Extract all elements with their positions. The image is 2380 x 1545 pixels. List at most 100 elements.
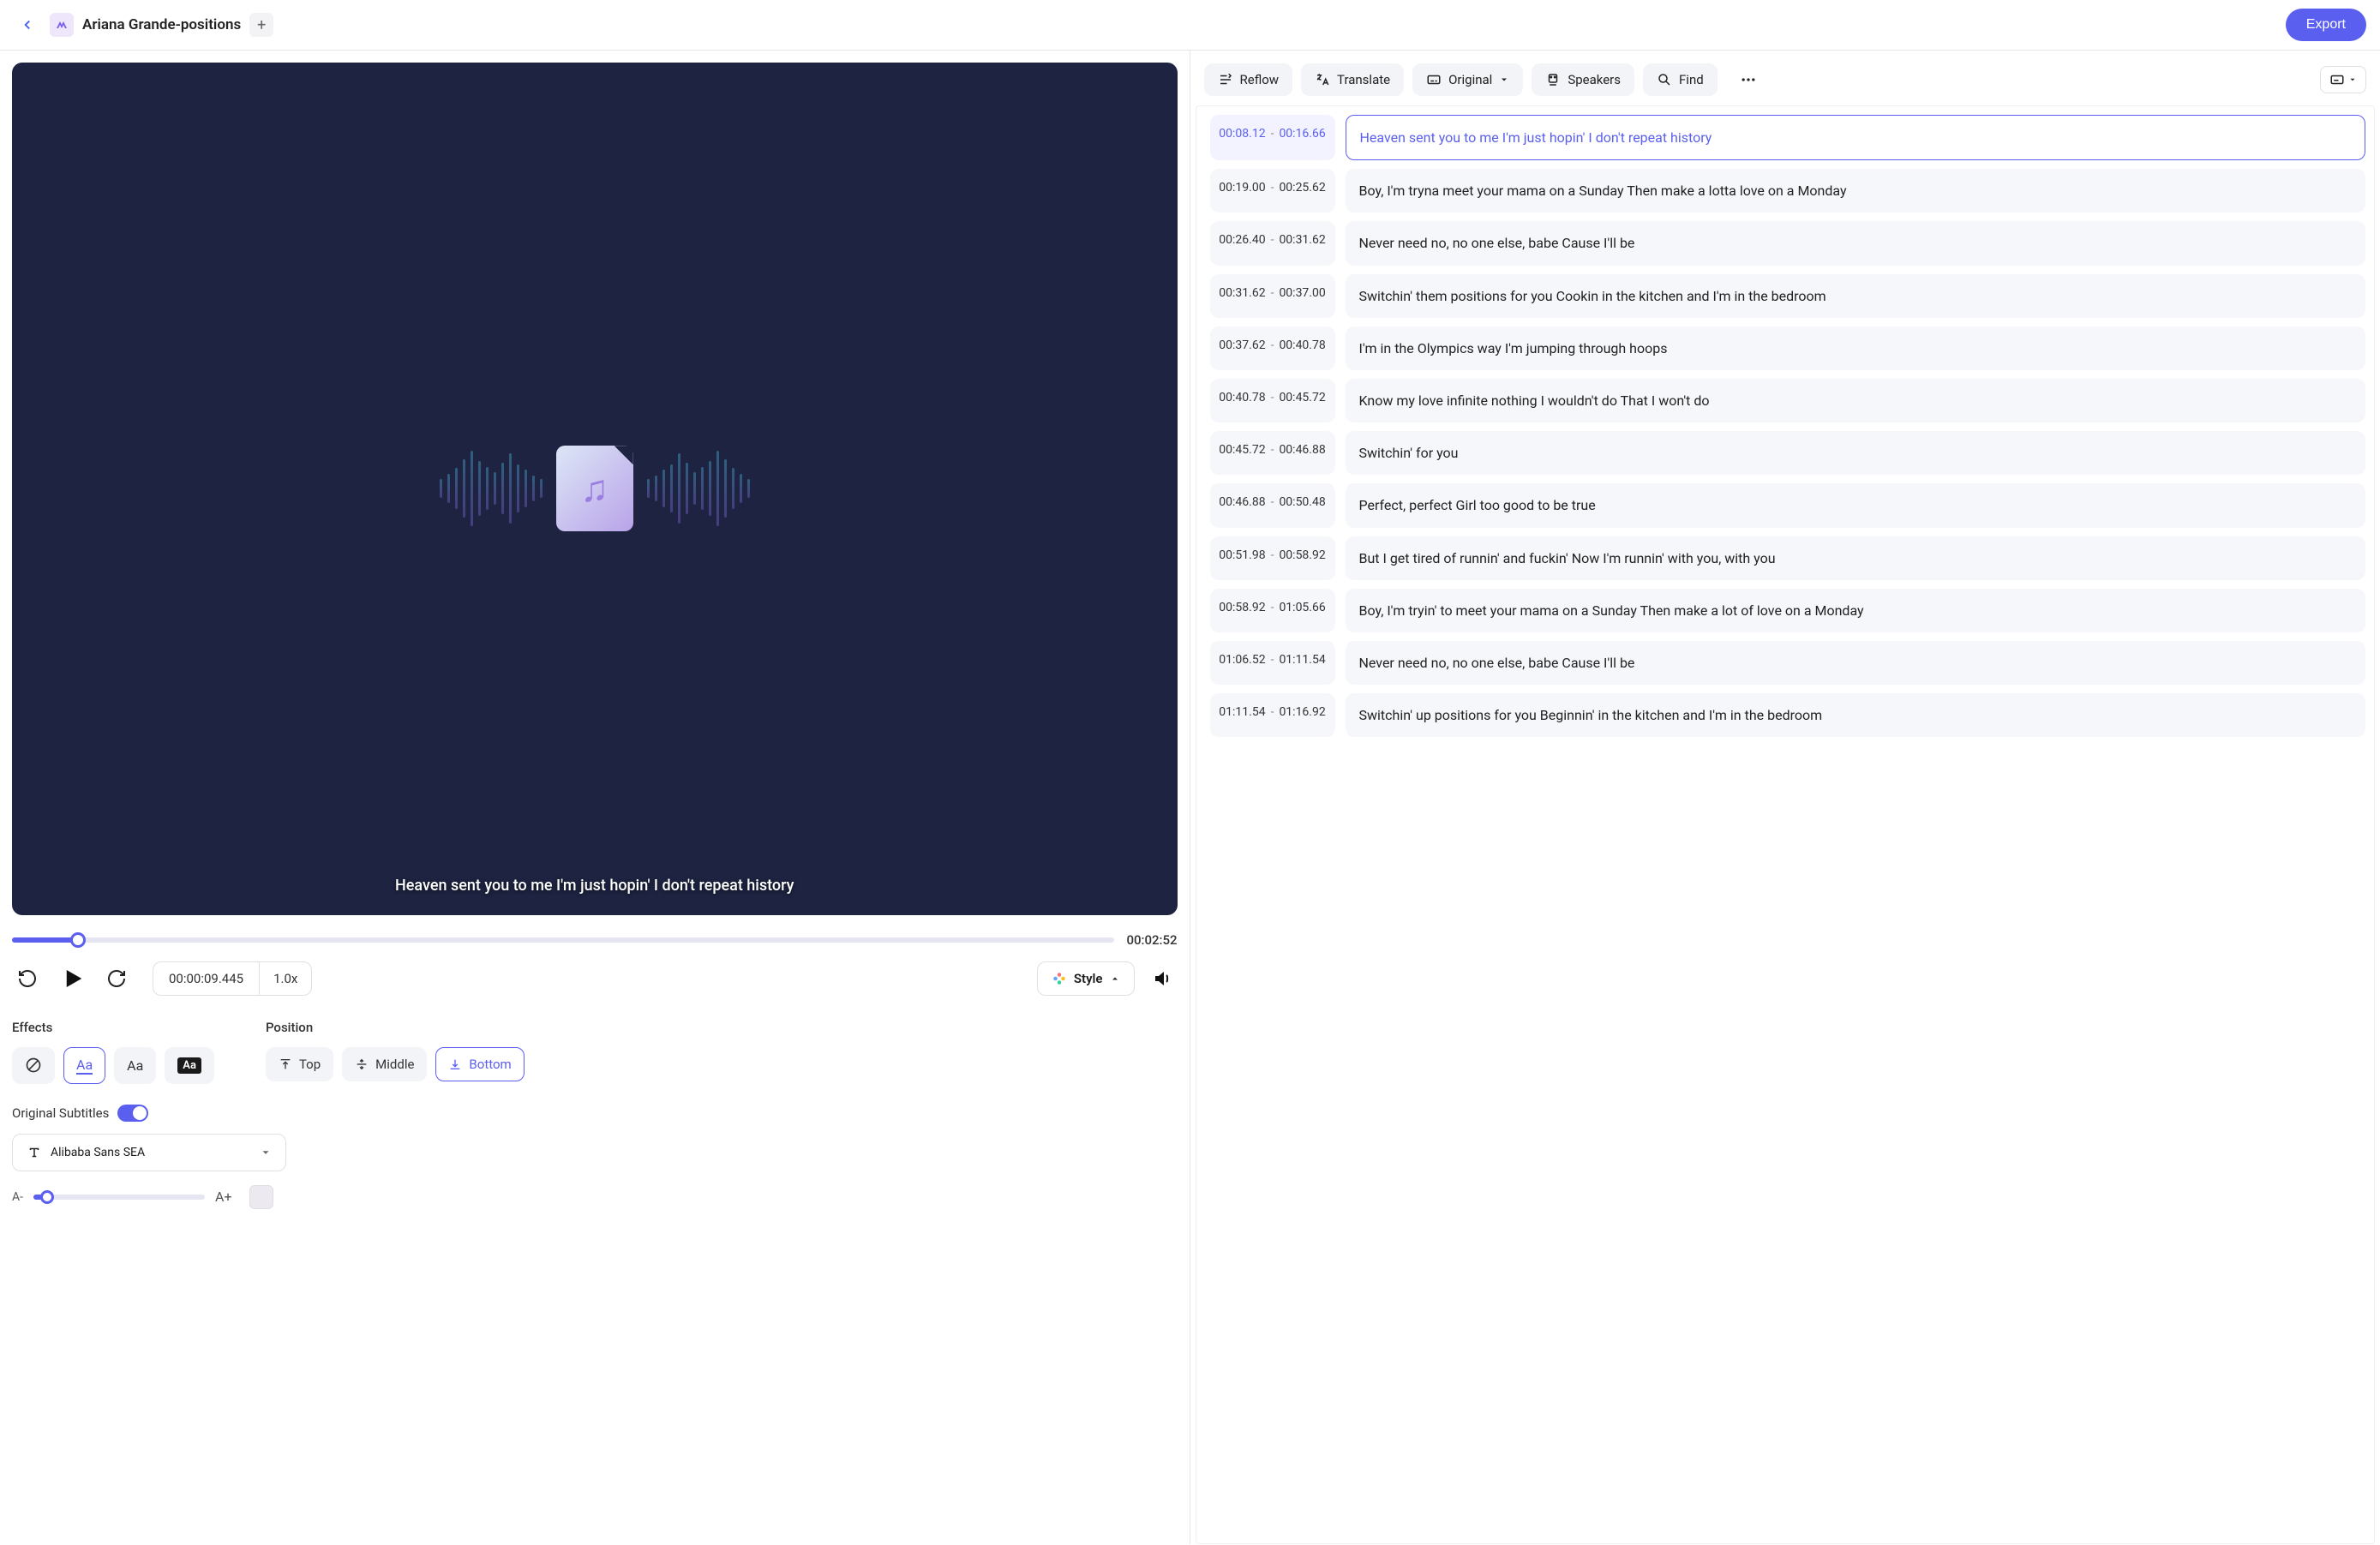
transcript-text[interactable]: Heaven sent you to me I'm just hopin' I … — [1346, 115, 2366, 160]
position-middle[interactable]: Middle — [342, 1047, 427, 1081]
reflow-button[interactable]: Reflow — [1204, 63, 1293, 96]
more-button[interactable] — [1726, 63, 1771, 97]
original-subtitles-label: Original Subtitles — [12, 1105, 109, 1121]
font-size-slider[interactable] — [33, 1195, 205, 1200]
left-panel: ♫ Heaven sent you to me I'm just hopin' … — [0, 51, 1190, 1544]
text-icon — [27, 1145, 42, 1160]
transcript-text[interactable]: But I get tired of runnin' and fuckin' N… — [1346, 536, 2366, 580]
transcript-row[interactable]: 00:19.00-00:25.62Boy, I'm tryna meet you… — [1210, 169, 2366, 213]
speakers-label: Speakers — [1568, 72, 1621, 87]
transcript-row[interactable]: 00:31.62-00:37.00Switchin' them position… — [1210, 274, 2366, 318]
transcript-time[interactable]: 00:40.78-00:45.72 — [1210, 379, 1335, 422]
find-button[interactable]: Find — [1643, 63, 1718, 96]
transcript-time[interactable]: 00:45.72-00:46.88 — [1210, 431, 1335, 475]
transcript-row[interactable]: 01:06.52-01:11.54Never need no, no one e… — [1210, 641, 2366, 685]
forward-button[interactable] — [101, 963, 132, 994]
transcript-text[interactable]: Boy, I'm tryin' to meet your mama on a S… — [1346, 589, 2366, 632]
chevron-up-icon — [1110, 973, 1120, 984]
effects-section: Effects Aa Aa Aa — [12, 1020, 214, 1084]
translate-label: Translate — [1337, 72, 1390, 87]
transcript-text[interactable]: Never need no, no one else, babe Cause I… — [1346, 221, 2366, 265]
font-size-row: A- A+ — [12, 1185, 1178, 1209]
effect-outline[interactable]: Aa — [63, 1047, 105, 1084]
transcript-text[interactable]: Never need no, no one else, babe Cause I… — [1346, 641, 2366, 685]
chevron-down-icon — [1499, 75, 1509, 85]
original-subtitles-toggle[interactable] — [117, 1105, 148, 1122]
back-button[interactable] — [14, 11, 41, 39]
total-duration: 00:02:52 — [1126, 932, 1177, 948]
export-button[interactable]: Export — [2286, 9, 2366, 41]
transcript-text[interactable]: Switchin' for you — [1346, 431, 2366, 475]
transcript-time[interactable]: 00:26.40-00:31.62 — [1210, 221, 1335, 265]
transcript-text[interactable]: I'm in the Olympics way I'm jumping thro… — [1346, 326, 2366, 370]
transcript-row[interactable]: 00:51.98-00:58.92But I get tired of runn… — [1210, 536, 2366, 580]
transcript-time[interactable]: 00:58.92-01:05.66 — [1210, 589, 1335, 632]
transcript-row[interactable]: 00:08.12-00:16.66Heaven sent you to me I… — [1210, 115, 2366, 160]
speakers-icon — [1545, 72, 1561, 87]
align-top-icon — [279, 1057, 292, 1071]
translate-button[interactable]: Translate — [1301, 63, 1404, 96]
transcript-time[interactable]: 01:11.54-01:16.92 — [1210, 693, 1335, 737]
position-section: Position Top Middle Bottom — [266, 1020, 525, 1084]
transcript-list[interactable]: 00:08.12-00:16.66Heaven sent you to me I… — [1196, 105, 2376, 1544]
transcript-row[interactable]: 00:37.62-00:40.78I'm in the Olympics way… — [1210, 326, 2366, 370]
position-bottom[interactable]: Bottom — [435, 1047, 524, 1081]
font-select[interactable]: Alibaba Sans SEA — [12, 1134, 286, 1171]
effects-label: Effects — [12, 1020, 214, 1035]
original-dropdown[interactable]: Original — [1412, 63, 1523, 96]
aa-plain-icon: Aa — [127, 1057, 143, 1074]
transcript-text[interactable]: Boy, I'm tryna meet your mama on a Sunda… — [1346, 169, 2366, 213]
speakers-button[interactable]: Speakers — [1532, 63, 1634, 96]
add-tab-button[interactable]: + — [249, 13, 273, 37]
playback-controls: 00:00:09.445 1.0x Style — [12, 961, 1178, 996]
transcript-text[interactable]: Switchin' up positions for you Beginnin'… — [1346, 693, 2366, 737]
original-label: Original — [1448, 72, 1492, 87]
font-size-plus: A+ — [215, 1189, 232, 1205]
transcript-text[interactable]: Perfect, perfect Girl too good to be tru… — [1346, 483, 2366, 527]
transcript-text[interactable]: Know my love infinite nothing I wouldn't… — [1346, 379, 2366, 422]
reflow-icon — [1218, 72, 1233, 87]
current-time-input[interactable]: 00:00:09.445 — [153, 962, 259, 995]
volume-button[interactable] — [1147, 963, 1178, 994]
font-color-swatch[interactable] — [249, 1185, 273, 1209]
transcript-time[interactable]: 00:31.62-00:37.00 — [1210, 274, 1335, 318]
header-left: Ariana Grande-positions + — [14, 11, 273, 39]
effect-boxed[interactable]: Aa — [165, 1047, 214, 1084]
seek-slider[interactable] — [12, 937, 1114, 943]
transcript-row[interactable]: 00:46.88-00:50.48Perfect, perfect Girl t… — [1210, 483, 2366, 527]
transcript-row[interactable]: 01:11.54-01:16.92Switchin' up positions … — [1210, 693, 2366, 737]
audio-file-icon: ♫ — [556, 446, 633, 531]
transcript-row[interactable]: 00:26.40-00:31.62Never need no, no one e… — [1210, 221, 2366, 265]
layout-icon — [2329, 72, 2345, 87]
transcript-text[interactable]: Switchin' them positions for you Cookin … — [1346, 274, 2366, 318]
position-label: Position — [266, 1020, 525, 1035]
transcript-time[interactable]: 01:06.52-01:11.54 — [1210, 641, 1335, 685]
transcript-row[interactable]: 00:45.72-00:46.88Switchin' for you — [1210, 431, 2366, 475]
transcript-time[interactable]: 00:37.62-00:40.78 — [1210, 326, 1335, 370]
position-top[interactable]: Top — [266, 1047, 333, 1081]
style-button[interactable]: Style — [1037, 961, 1135, 996]
search-icon — [1657, 72, 1672, 87]
transcript-row[interactable]: 00:40.78-00:45.72 Know my love infinite n… — [1210, 379, 2366, 422]
playback-speed[interactable]: 1.0x — [259, 962, 311, 995]
transcript-time[interactable]: 00:46.88-00:50.48 — [1210, 483, 1335, 527]
header: Ariana Grande-positions + Export — [0, 0, 2380, 51]
effect-plain[interactable]: Aa — [114, 1047, 156, 1084]
transcript-time[interactable]: 00:19.00-00:25.62 — [1210, 169, 1335, 213]
rewind-button[interactable] — [12, 963, 43, 994]
preview-caption: Heaven sent you to me I'm just hopin' I … — [12, 877, 1178, 895]
play-button[interactable] — [57, 963, 87, 994]
transcript-row[interactable]: 00:58.92-01:05.66 Boy, I'm tryin' to meet… — [1210, 589, 2366, 632]
style-icon — [1052, 971, 1067, 986]
project-title[interactable]: Ariana Grande-positions — [82, 16, 241, 33]
right-panel: Reflow Translate Original Speakers Find — [1190, 51, 2380, 1544]
position-middle-label: Middle — [375, 1057, 414, 1072]
video-preview[interactable]: ♫ Heaven sent you to me I'm just hopin' … — [12, 63, 1178, 915]
transcript-time[interactable]: 00:51.98-00:58.92 — [1210, 536, 1335, 580]
transcript-time[interactable]: 00:08.12-00:16.66 — [1210, 115, 1335, 160]
layout-toggle[interactable] — [2320, 66, 2366, 93]
effect-none[interactable] — [12, 1047, 55, 1084]
position-bottom-label: Bottom — [469, 1057, 511, 1072]
align-middle-icon — [355, 1057, 369, 1071]
position-top-label: Top — [299, 1057, 321, 1072]
